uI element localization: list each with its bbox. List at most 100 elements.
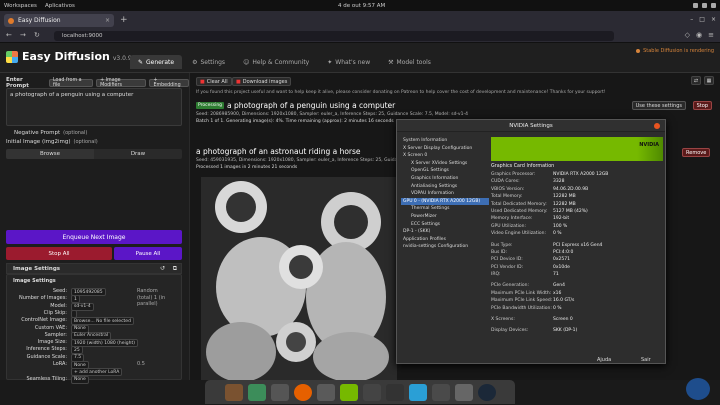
gpu-info-key: IRQ: (491, 272, 501, 278)
nvidia-tree-item[interactable]: nvidia-settings Configuration (401, 243, 489, 251)
reload-icon[interactable]: ↻ (34, 31, 40, 39)
text-editor-icon[interactable] (454, 383, 473, 401)
processing-badge: Processing (196, 102, 225, 109)
nvidia-tree-item[interactable]: Graphics Information (401, 175, 489, 183)
gpu-info-row: Graphics Processor: NVIDIA RTX A2000 12GB (491, 171, 663, 178)
terminal-app-icon[interactable] (270, 383, 289, 401)
nvidia-tree-item[interactable]: Thermal Settings (401, 205, 489, 213)
prompt-input[interactable]: a photograph of a penguin using a comput… (6, 88, 182, 126)
download-images-button[interactable]: ■ Download images (232, 77, 292, 86)
negative-prompt-label[interactable]: Negative Prompt (14, 130, 60, 136)
stop-all-button[interactable]: Stop All (6, 247, 112, 260)
gpu-info-row: Total Memory: 12282 MB (491, 193, 663, 200)
browser-tab[interactable]: Easy Diffusion × (4, 14, 114, 27)
steam-icon[interactable] (477, 383, 496, 401)
gpu-info-row: Video Engine Utilization: 0 % (491, 230, 663, 237)
setting-row: Seamless Tiling: None (7, 375, 183, 386)
distro-logo (686, 378, 710, 400)
firefox-icon[interactable] (293, 383, 312, 401)
clear-all-button[interactable]: ■ Clear All (196, 77, 232, 86)
favicon-icon (8, 17, 14, 24)
image-settings-subtitle: Image Settings (13, 278, 56, 284)
nvidia-tree-item[interactable]: VDPAU Information (401, 190, 489, 198)
files-app-icon[interactable] (224, 383, 243, 401)
gpu-info-key: PCIe Generation: (491, 283, 530, 289)
image-settings-header[interactable]: Image Settings ↺ ⧉ (6, 263, 182, 274)
quit-button[interactable]: Sair (641, 357, 651, 363)
system-tray[interactable] (693, 3, 716, 8)
grid-view-icon[interactable]: ▦ (704, 76, 714, 85)
gpu-info-value: 12282 MB (553, 194, 576, 200)
close-window-icon[interactable]: × (711, 16, 716, 23)
forward-icon[interactable]: → (20, 31, 26, 39)
grid-size-icon[interactable]: ⇄ (691, 76, 701, 85)
tab-settings[interactable]: ⚙ Settings (184, 55, 233, 69)
use-settings-button[interactable]: Use these settings (631, 101, 686, 110)
setting-label: Seed: (52, 288, 67, 294)
pause-all-button[interactable]: Pause All (114, 247, 182, 260)
system-monitor-icon[interactable] (362, 383, 381, 401)
close-tab-icon[interactable]: × (105, 17, 110, 24)
gpu-info-row: PCIe Generation: Gen4 (491, 282, 663, 289)
pocket-icon[interactable]: ◇ (685, 31, 690, 39)
gear-icon: ⚙ (192, 58, 198, 66)
menu-icon[interactable]: ≡ (708, 31, 714, 39)
load-file-button[interactable]: Load from a file (48, 78, 94, 88)
setting-label: Seamless Tiling: (26, 375, 67, 382)
nvidia-tree-item[interactable]: X Server Display Configuration (401, 145, 489, 153)
apps-grid-icon[interactable] (247, 383, 266, 401)
workspaces-button[interactable]: Workspaces (4, 3, 37, 9)
browse-button[interactable]: Browse (6, 149, 94, 159)
close-window-icon[interactable] (654, 123, 660, 129)
nvidia-tree-item[interactable]: OpenGL Settings (401, 167, 489, 175)
image-settings-panel: Image Settings Seed: 1095492085 Random Numb… (6, 274, 182, 384)
gpu-info-row: Used Dedicated Memory: 5127 MB (42%) (491, 208, 663, 215)
tab-whats-new[interactable]: ✦ What's new (319, 55, 378, 69)
folder-icon[interactable] (316, 383, 335, 401)
applications-button[interactable]: Aplicativos (45, 3, 75, 9)
nvidia-tree-item[interactable]: GPU 0 - (NVIDIA RTX A2000 12GB) (401, 197, 489, 206)
back-icon[interactable]: ← (6, 31, 12, 39)
account-icon[interactable]: ◉ (696, 31, 702, 39)
tab-generate[interactable]: ✎ Generate (130, 55, 183, 69)
gpu-info-value: Screen 0 (553, 317, 573, 323)
clock[interactable]: 4 de out 9:57 AM (338, 3, 385, 9)
nvidia-tree-item[interactable]: DP-1 - (SKK) (401, 228, 489, 236)
remove-task-button[interactable]: Remove (682, 148, 711, 157)
nvidia-tree-item[interactable]: X Server XVideo Settings (401, 160, 489, 168)
help-button[interactable]: Ajuda (597, 357, 611, 363)
gpu-info-row: PCI Vendor ID: 0x10de (491, 264, 663, 271)
tab-help[interactable]: ☺ Help & Community (235, 55, 317, 69)
setting-value[interactable]: None (71, 375, 89, 384)
nvidia-window-title[interactable]: NVIDIA Settings (397, 120, 665, 132)
task1-title[interactable]: a photograph of a penguin using a comput… (227, 101, 395, 110)
nvidia-tree-item[interactable]: Application Profiles (401, 236, 489, 244)
generated-image[interactable] (201, 177, 397, 380)
draw-button[interactable]: Draw (94, 149, 182, 159)
nvidia-tree-item[interactable]: ECC Settings (401, 221, 489, 229)
gpu-info-key: Memory Interface: (491, 216, 533, 222)
image-modifiers-button[interactable]: + Image Modifiers (96, 78, 147, 88)
settings-app-icon[interactable] (408, 383, 427, 401)
new-tab-icon[interactable]: + (120, 15, 128, 25)
url-field[interactable]: localhost:9000 (54, 31, 614, 41)
gpu-info-row: X Screens: Screen 0 (491, 316, 663, 323)
nvidia-app-icon[interactable] (339, 383, 358, 401)
embeddings-button[interactable]: + Embedding (149, 78, 189, 88)
gpu-info-row: PCIe Bandwidth Utilization: 0 % (491, 305, 663, 312)
stop-task-button[interactable]: Stop (692, 101, 712, 110)
nvidia-tree-item[interactable]: PowerMizer (401, 213, 489, 221)
nvidia-tree-item[interactable]: Antialiasing Settings (401, 183, 489, 191)
nvidia-tree-item[interactable]: X Screen 0 (401, 152, 489, 160)
minimize-icon[interactable]: – (690, 16, 693, 23)
copy-icon[interactable]: ⧉ (173, 265, 177, 273)
calculator-icon[interactable] (431, 383, 450, 401)
reset-icon[interactable]: ↺ (160, 265, 165, 272)
maximize-icon[interactable]: □ (699, 16, 705, 23)
enqueue-button[interactable]: Enqueue Next Image (6, 230, 182, 244)
console-icon[interactable] (385, 383, 404, 401)
gpu-info-key: Maximum PCIe Link Width: (491, 290, 552, 296)
tab-model-tools[interactable]: ⚒ Model tools (380, 55, 439, 69)
setting-label: ControlNet Image: (21, 317, 67, 324)
nvidia-tree-item[interactable]: System Information (401, 137, 489, 145)
